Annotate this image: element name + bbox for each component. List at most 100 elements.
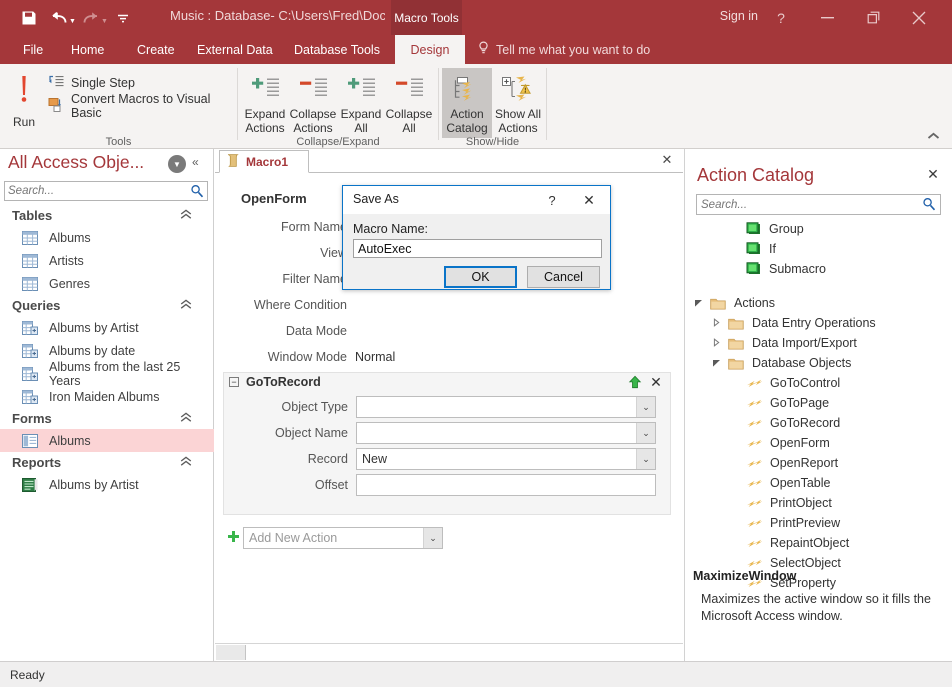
scrollbar-thumb[interactable] (216, 645, 246, 660)
catalog-item[interactable]: OpenForm (685, 433, 952, 453)
collapse-ribbon-button[interactable] (922, 126, 944, 146)
run-button[interactable]: Run (5, 68, 43, 138)
collapse-all-button[interactable]: Collapse All (385, 68, 433, 138)
expand-all-button[interactable]: Expand All (337, 68, 385, 138)
nav-item[interactable]: Albums from the last 25 Years (0, 360, 214, 388)
catalog-item[interactable]: GoToRecord (685, 413, 952, 433)
tell-me-search[interactable]: Tell me what you want to do (478, 35, 650, 64)
nav-group-reports[interactable]: Reports (0, 452, 214, 473)
arg-label-window-mode: Window Mode (267, 350, 347, 364)
search-icon[interactable] (922, 197, 936, 214)
tab-home[interactable]: Home (58, 35, 117, 64)
customize-quick-access-icon[interactable] (108, 6, 138, 30)
close-icon[interactable] (896, 0, 942, 35)
catalog-item[interactable]: OpenReport (685, 453, 952, 473)
catalog-item[interactable]: PrintPreview (685, 513, 952, 533)
nav-group-tables[interactable]: Tables (0, 205, 214, 226)
delete-action-icon[interactable]: ✕ (648, 373, 664, 391)
nav-group-label: Forms (12, 411, 52, 426)
nav-group-forms[interactable]: Forms (0, 408, 214, 429)
dialog-close-icon[interactable]: ✕ (576, 190, 602, 210)
arg-combo-object-name[interactable]: ⌄ (356, 422, 656, 444)
action-catalog-button[interactable]: Action Catalog (442, 68, 492, 138)
document-tab-macro1[interactable]: Macro1 (219, 150, 310, 173)
arg-row: Object Type ⌄ (216, 396, 656, 422)
tab-external-data[interactable]: External Data (184, 35, 286, 64)
nav-item[interactable]: Iron Maiden Albums (0, 385, 214, 408)
triangle-down-icon[interactable] (711, 358, 721, 369)
collapse-actions-button[interactable]: Collapse Actions (289, 68, 337, 138)
catalog-search-input[interactable] (701, 196, 911, 213)
show-all-actions-button[interactable]: Show All Actions (493, 68, 543, 138)
macro-name-input[interactable] (354, 240, 601, 257)
tab-file[interactable]: File (10, 35, 56, 64)
search-input[interactable] (8, 183, 180, 199)
nav-item[interactable]: Genres (0, 272, 214, 295)
double-chevron-up-icon[interactable] (180, 298, 192, 313)
nav-item[interactable]: Albums by Artist (0, 316, 214, 339)
macro-name-field[interactable] (353, 239, 602, 258)
tab-database-tools[interactable]: Database Tools (281, 35, 393, 64)
tab-design[interactable]: Design (395, 35, 465, 64)
chevron-down-icon[interactable]: ⌄ (636, 449, 655, 469)
triangle-right-icon[interactable] (711, 317, 721, 329)
catalog-item[interactable]: GoToPage (685, 393, 952, 413)
tab-create[interactable]: Create (124, 35, 188, 64)
nav-item[interactable]: Albums by Artist (0, 473, 214, 496)
chevron-down-icon[interactable]: ⌄ (636, 423, 655, 443)
chevron-down-icon[interactable]: ⌄ (636, 397, 655, 417)
catalog-item[interactable]: Database Objects (685, 353, 952, 373)
add-new-action-combo[interactable]: Add New Action ⌄ (243, 527, 443, 549)
search-icon[interactable] (190, 184, 204, 201)
green-up-arrow-icon[interactable] (628, 375, 642, 393)
catalog-item[interactable]: Data Import/Export (685, 333, 952, 353)
nav-item[interactable]: Albums (0, 429, 214, 452)
arg-combo-object-type[interactable]: ⌄ (356, 396, 656, 418)
nav-search-box[interactable] (4, 181, 208, 201)
arg-value-window-mode[interactable]: Normal (355, 350, 395, 364)
catalog-item[interactable]: Group (685, 219, 952, 239)
arg-combo-record[interactable]: New ⌄ (356, 448, 656, 470)
single-step-button[interactable]: Single Step (48, 72, 135, 94)
triangle-right-icon[interactable] (711, 337, 721, 349)
close-catalog-icon[interactable]: ✕ (924, 165, 942, 183)
catalog-item[interactable]: Submacro (685, 259, 952, 279)
green-plus-icon[interactable] (227, 530, 240, 546)
close-document-icon[interactable]: ✕ (659, 152, 675, 168)
double-chevron-left-icon[interactable]: « (192, 155, 199, 169)
undo-dropdown-icon[interactable]: ▼ (69, 18, 76, 25)
catalog-search-box[interactable] (696, 194, 941, 215)
catalog-item[interactable]: OpenTable (685, 473, 952, 493)
horizontal-scrollbar[interactable] (215, 643, 683, 661)
catalog-item[interactable]: Data Entry Operations (685, 313, 952, 333)
dialog-help-icon[interactable]: ? (541, 190, 563, 210)
catalog-item[interactable]: PrintObject (685, 493, 952, 513)
sign-in-button[interactable]: Sign in (720, 9, 758, 23)
triangle-down-icon[interactable] (693, 298, 703, 309)
minimize-icon[interactable] (804, 0, 850, 35)
double-chevron-up-icon[interactable] (180, 208, 192, 223)
nav-group-queries[interactable]: Queries (0, 295, 214, 316)
catalog-item[interactable]: If (685, 239, 952, 259)
arg-textbox-offset[interactable] (356, 474, 656, 496)
chevron-down-icon[interactable]: ▼ (168, 155, 186, 173)
nav-item[interactable]: Artists (0, 249, 214, 272)
save-icon[interactable] (14, 6, 44, 30)
context-tab-macro-tools[interactable]: Macro Tools (391, 0, 462, 35)
catalog-item[interactable]: Actions (685, 293, 952, 313)
collapse-block-icon[interactable]: − (229, 377, 239, 387)
double-chevron-up-icon[interactable] (180, 455, 192, 470)
double-chevron-up-icon[interactable] (180, 411, 192, 426)
chevron-down-icon[interactable]: ⌄ (423, 528, 442, 548)
expand-actions-button[interactable]: Expand Actions (241, 68, 289, 138)
redo-dropdown-icon[interactable]: ▼ (101, 18, 108, 25)
cancel-button[interactable]: Cancel (527, 266, 600, 288)
restore-icon[interactable] (850, 0, 896, 35)
action-block-header[interactable]: − GoToRecord ✕ (224, 373, 670, 392)
nav-item[interactable]: Albums (0, 226, 214, 249)
catalog-item[interactable]: RepaintObject (685, 533, 952, 553)
help-icon[interactable]: ? (758, 0, 804, 35)
convert-macros-button[interactable]: Convert Macros to Visual Basic (48, 92, 237, 120)
ok-button[interactable]: OK (444, 266, 517, 288)
catalog-item[interactable]: GoToControl (685, 373, 952, 393)
